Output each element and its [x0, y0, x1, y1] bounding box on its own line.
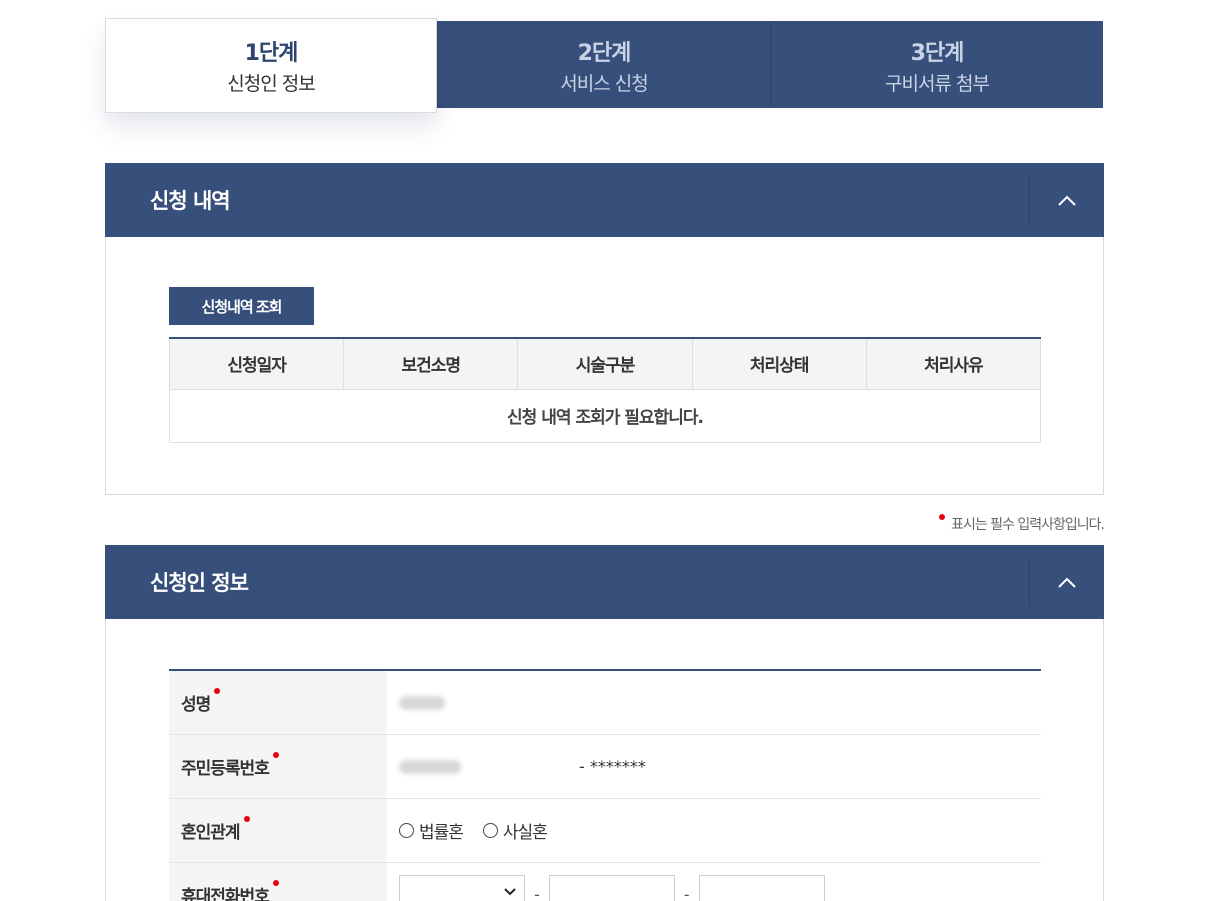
chevron-up-icon	[1058, 577, 1076, 588]
rrn-masked-suffix: - *******	[579, 757, 646, 776]
redacted-name	[399, 695, 445, 710]
applicant-collapse-button[interactable]	[1029, 557, 1104, 607]
column-header: 처리사유	[865, 338, 1042, 390]
radio-circle-icon[interactable]	[482, 823, 498, 838]
history-section-body: 신청내역 조회 신청일자 보건소명 시술구분 처리상태 처리사유 신청 내역 조…	[105, 237, 1104, 495]
name-value	[399, 671, 445, 734]
applicant-section-header: 신청인 정보	[105, 545, 1104, 619]
step-1-label: 신청인 정보	[227, 73, 315, 95]
chevron-down-icon	[504, 887, 516, 895]
empty-message: 신청 내역 조회가 필요합니다.	[169, 388, 1041, 443]
column-header: 신청일자	[168, 338, 345, 390]
phone-middle-input[interactable]	[548, 874, 675, 901]
applicant-section-body: 성명 주민등록번호 - ******* 혼인관계 법률혼 사실혼 휴대전화번호	[105, 619, 1104, 901]
step-1-number: 1단계	[244, 41, 299, 66]
phone-last-input[interactable]	[698, 874, 825, 901]
form-row-marital: 혼인관계 법률혼 사실혼	[169, 799, 1041, 863]
step-2[interactable]: 2단계 서비스 신청	[437, 21, 770, 108]
marital-options: 법률혼 사실혼	[399, 799, 567, 862]
required-note: 표시는 필수 입력사항입니다.	[939, 514, 1105, 534]
required-dot-icon	[243, 815, 250, 822]
rrn-value: - *******	[399, 735, 646, 798]
applicant-section-title: 신청인 정보	[150, 571, 249, 595]
required-dot-icon	[939, 514, 946, 520]
step-3-label: 구비서류 첨부	[885, 73, 990, 95]
history-section-title: 신청 내역	[150, 189, 231, 213]
marital-label: 혼인관계	[169, 799, 387, 862]
history-lookup-button[interactable]: 신청내역 조회	[169, 287, 314, 325]
applicant-form: 성명 주민등록번호 - ******* 혼인관계 법률혼 사실혼 휴대전화번호	[169, 669, 1041, 901]
column-header: 처리상태	[691, 338, 867, 390]
phone-prefix-select[interactable]	[399, 874, 525, 901]
form-row-phone: 휴대전화번호 - -	[169, 863, 1041, 901]
radio-circle-icon[interactable]	[399, 823, 414, 838]
history-table-header-row: 신청일자 보건소명 시술구분 처리상태 처리사유	[168, 338, 1042, 390]
marital-radio-defacto[interactable]: 사실혼	[482, 818, 548, 843]
phone-inputs: - -	[399, 863, 825, 901]
name-label: 성명	[169, 671, 387, 734]
required-dot-icon	[272, 879, 279, 886]
step-2-number: 2단계	[577, 41, 632, 66]
step-3[interactable]: 3단계 구비서류 첨부	[770, 21, 1103, 108]
required-dot-icon	[214, 687, 221, 694]
step-indicator: 2단계 서비스 신청 3단계 구비서류 첨부 1단계 신청인 정보	[105, 18, 1103, 113]
form-row-name: 성명	[169, 671, 1041, 735]
column-header: 보건소명	[343, 338, 519, 390]
history-collapse-button[interactable]	[1029, 175, 1104, 225]
marital-radio-legal[interactable]: 법률혼	[399, 818, 464, 843]
step-1[interactable]: 1단계 신청인 정보	[105, 18, 437, 113]
history-table: 신청일자 보건소명 시술구분 처리상태 처리사유 신청 내역 조회가 필요합니다…	[168, 337, 1042, 443]
history-section-header: 신청 내역	[105, 163, 1104, 237]
phone-separator: -	[683, 885, 690, 901]
rrn-label: 주민등록번호	[169, 735, 387, 798]
redacted-rrn	[399, 759, 461, 774]
column-header: 시술구분	[517, 338, 693, 390]
form-row-rrn: 주민등록번호 - *******	[169, 735, 1041, 799]
step-2-label: 서비스 신청	[560, 73, 648, 95]
required-dot-icon	[272, 751, 279, 758]
phone-separator: -	[534, 885, 540, 901]
chevron-up-icon	[1058, 195, 1076, 206]
step-3-number: 3단계	[910, 41, 965, 66]
phone-label: 휴대전화번호	[169, 863, 387, 901]
required-note-text: 표시는 필수 입력사항입니다.	[951, 517, 1105, 533]
table-row: 신청 내역 조회가 필요합니다.	[169, 388, 1041, 443]
